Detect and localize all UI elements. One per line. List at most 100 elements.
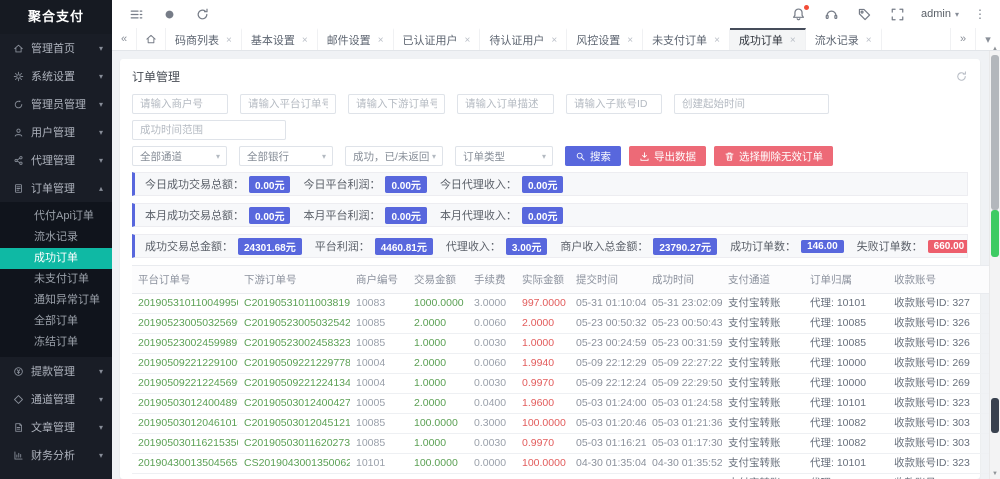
cell-platform-order-no[interactable]: 20190503012046101519 — [132, 414, 238, 434]
cell-fee: 0.0000 — [468, 474, 516, 479]
tabs-scroll-right[interactable]: » — [950, 28, 975, 50]
submenu-item-unpaid-orders[interactable]: 未支付订单 — [0, 269, 112, 290]
cell-fee: 0.0060 — [468, 314, 516, 334]
fullscreen-icon[interactable] — [890, 7, 905, 22]
notifications-bell-icon[interactable] — [791, 7, 806, 22]
submenu-item-all-orders[interactable]: 全部订单 — [0, 311, 112, 332]
scrollbar-down-arrow[interactable]: ▼ — [990, 470, 1000, 479]
sidebar-item-channel-manage[interactable]: 通道管理▾ — [0, 385, 112, 413]
submenu-item-api-pay-orders[interactable]: 代付Api订单 — [0, 206, 112, 227]
select-order-type[interactable]: 订单类型▾ — [455, 146, 553, 166]
user-menu[interactable]: admin ▾ — [921, 8, 959, 20]
cell-platform-order-no[interactable]: 20190523002459989752 — [132, 334, 238, 354]
page-title: 订单管理 — [132, 68, 180, 85]
select-channel[interactable]: 全部通道▾ — [132, 146, 227, 166]
tab-close-icon[interactable]: × — [226, 35, 232, 46]
sidebar-item-article-manage[interactable]: 文章管理▾ — [0, 413, 112, 441]
sidebar-item-user-manage[interactable]: 用户管理▾ — [0, 118, 112, 146]
customer-service-icon[interactable] — [824, 7, 839, 22]
sidebar-item-admin-manage[interactable]: 管理员管理▾ — [0, 90, 112, 118]
tab-close-icon[interactable]: × — [790, 35, 796, 46]
sidebar-item-agent-manage[interactable]: 代理管理▾ — [0, 146, 112, 174]
select-status[interactable]: 成功，已/未返回▾ — [345, 146, 443, 166]
table-row: 20190531011004995057C2019053101100381905… — [132, 294, 992, 314]
cell-platform-order-no[interactable]: 20190503011621535010 — [132, 434, 238, 454]
cell-downstream-order-no[interactable]: C20190523005032542611 — [238, 314, 350, 334]
input-merchant-no[interactable] — [132, 94, 228, 114]
stat-label: 本月成功交易总额： — [145, 207, 244, 223]
tabs-scroll-left[interactable]: « — [112, 28, 137, 50]
submenu-item-frozen-orders[interactable]: 冻结订单 — [0, 332, 112, 353]
cell-downstream-order-no[interactable]: CS20190430012818325... — [238, 474, 350, 479]
sidebar-item-home[interactable]: 管理首页▾ — [0, 34, 112, 62]
tab-verified-users[interactable]: 已认证用户× — [394, 28, 481, 50]
filter-selects-row: 全部通道▾全部银行▾成功，已/未返回▾订单类型▾ 搜索 导出数据 选择删除无效订… — [132, 146, 968, 166]
scrollbar-up-arrow[interactable]: ▲ — [990, 45, 1000, 54]
cell-platform-order-no[interactable]: 20190509221224569998 — [132, 374, 238, 394]
export-data-button[interactable]: 导出数据 — [629, 146, 706, 166]
sidebar-item-finance-analysis[interactable]: 财务分析▾ — [0, 441, 112, 469]
cell-receive-account: 收款账号ID: 323 — [888, 394, 992, 414]
tab-success-orders[interactable]: 成功订单× — [730, 28, 806, 50]
home-tab-icon[interactable] — [137, 28, 166, 50]
tab-close-icon[interactable]: × — [627, 35, 633, 46]
input-platform-order-no[interactable] — [240, 94, 336, 114]
vertical-scrollbar[interactable]: ▲ ▼ — [989, 51, 1000, 479]
menu-toggle-icon[interactable] — [129, 7, 144, 22]
more-options-icon[interactable]: ⋮ — [974, 7, 986, 21]
tab-merchant-list[interactable]: 码商列表× — [166, 28, 242, 50]
submenu-item-notify-error-orders[interactable]: 通知异常订单 — [0, 290, 112, 311]
sidebar-item-order-manage[interactable]: 订单管理▴ — [0, 174, 112, 202]
tab-close-icon[interactable]: × — [714, 35, 720, 46]
tab-close-icon[interactable]: × — [378, 35, 384, 46]
scrollbar-thumb[interactable] — [991, 55, 999, 210]
refresh-page-icon[interactable] — [195, 7, 210, 22]
tab-basic-settings[interactable]: 基本设置× — [242, 28, 318, 50]
tab-close-icon[interactable]: × — [302, 35, 308, 46]
tab-risk-settings[interactable]: 风控设置× — [567, 28, 643, 50]
cell-trade-amount: 100.0000 — [408, 414, 468, 434]
table-row: 20190509221224569998C2019050922122413446… — [132, 374, 992, 394]
submenu-item-success-orders[interactable]: 成功订单 — [0, 248, 112, 269]
cell-platform-order-no[interactable]: 20190503012400489754 — [132, 394, 238, 414]
input-order-desc[interactable] — [457, 94, 554, 114]
cell-platform-order-no[interactable]: 20190509221229100995 — [132, 354, 238, 374]
cell-success-time: 05-23 00:50:43 — [646, 314, 722, 334]
cell-downstream-order-no[interactable]: C20190509221224134469 — [238, 374, 350, 394]
cell-downstream-order-no[interactable]: C20190523002458323764 — [238, 334, 350, 354]
cell-downstream-order-no[interactable]: CS20190430013500626... — [238, 454, 350, 474]
cell-submit-time: 04-30 01:28:20 — [570, 474, 646, 479]
tab-close-icon[interactable]: × — [866, 35, 872, 46]
cell-downstream-order-no[interactable]: C20190503011620273638 — [238, 434, 350, 454]
tab-close-icon[interactable]: × — [551, 35, 557, 46]
tab-close-icon[interactable]: × — [465, 35, 471, 46]
tab-pending-users[interactable]: 待认证用户× — [480, 28, 567, 50]
tab-mail-settings[interactable]: 邮件设置× — [318, 28, 394, 50]
cell-downstream-order-no[interactable]: C20190509221229778460 — [238, 354, 350, 374]
input-downstream-order-no[interactable] — [348, 94, 445, 114]
chevron-down-icon: ▾ — [99, 128, 103, 137]
cell-platform-order-no[interactable]: 20190430013504565557 — [132, 454, 238, 474]
cell-platform-order-no[interactable]: 20190430012820529910 — [132, 474, 238, 479]
search-button[interactable]: 搜索 — [565, 146, 621, 166]
cell-platform-order-no[interactable]: 20190523005032569953 — [132, 314, 238, 334]
select-bank[interactable]: 全部银行▾ — [239, 146, 333, 166]
tab-unpaid-orders[interactable]: 未支付订单× — [643, 28, 730, 50]
submenu-item-flow-records[interactable]: 流水记录 — [0, 227, 112, 248]
delete-invalid-orders-button[interactable]: 选择删除无效订单 — [714, 146, 833, 166]
cell-downstream-order-no[interactable]: C20190503012045121203 — [238, 414, 350, 434]
input-create-start-time[interactable] — [674, 94, 829, 114]
cell-downstream-order-no[interactable]: C20190531011003819055 — [238, 294, 350, 314]
cell-platform-order-no[interactable]: 20190531011004995057 — [132, 294, 238, 314]
card-refresh-icon[interactable] — [955, 70, 968, 83]
tab-flow-records[interactable]: 流水记录× — [806, 28, 882, 50]
tag-icon[interactable] — [857, 7, 872, 22]
input-sub-account-id[interactable] — [566, 94, 662, 114]
input-success-time-range[interactable] — [132, 120, 286, 140]
chevron-down-icon: ▾ — [432, 152, 436, 161]
status-dot-icon[interactable] — [162, 7, 177, 22]
sidebar-item-withdraw-manage[interactable]: 提款管理▾ — [0, 357, 112, 385]
cell-downstream-order-no[interactable]: C20190503012400427722 — [238, 394, 350, 414]
select-value: 全部银行 — [247, 149, 289, 164]
sidebar-item-system-settings[interactable]: 系统设置▾ — [0, 62, 112, 90]
